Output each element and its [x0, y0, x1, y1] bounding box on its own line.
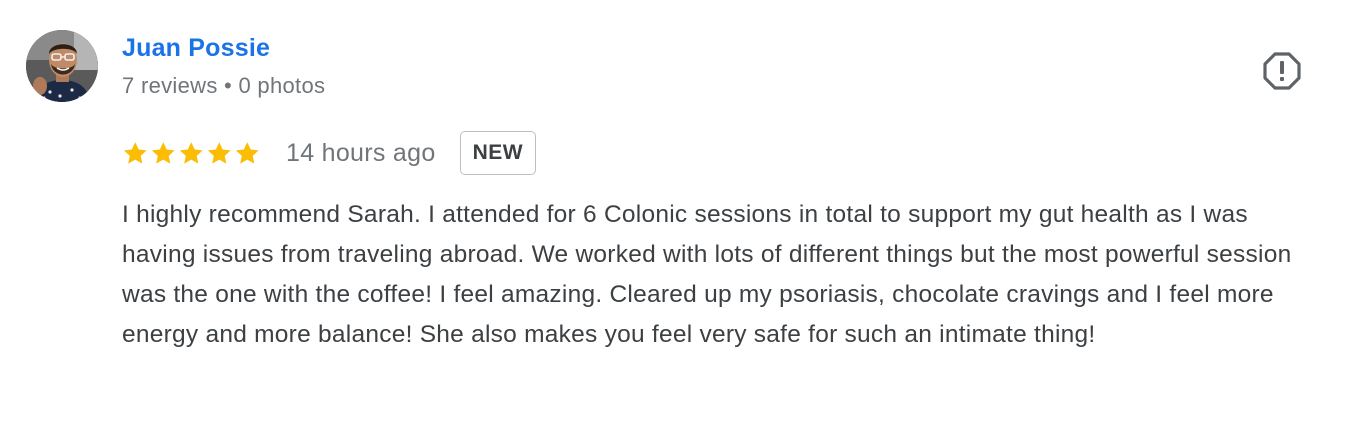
rating-row: 14 hours ago NEW	[122, 130, 537, 176]
star-icon	[207, 141, 231, 164]
star-icon	[235, 141, 259, 164]
author-avatar[interactable]	[26, 30, 98, 102]
star-icon	[151, 141, 175, 164]
report-icon[interactable]	[1262, 51, 1302, 91]
star-icon	[123, 141, 147, 164]
meta-separator: •	[224, 73, 233, 98]
reviews-count: 7 reviews	[122, 73, 218, 98]
review-time: 14 hours ago	[286, 138, 436, 167]
avatar-photo-icon	[26, 30, 98, 102]
author-meta: 7 reviews • 0 photos	[122, 73, 325, 99]
new-badge: NEW	[459, 131, 537, 175]
author-name-link[interactable]: Juan Possie	[122, 34, 270, 63]
review-text: I highly recommend Sarah. I attended for…	[122, 201, 1292, 348]
star-rating	[122, 140, 262, 167]
review-card: Juan Possie 7 reviews • 0 photos 14 hour…	[0, 0, 1360, 428]
star-icon	[179, 141, 203, 164]
photos-count: 0 photos	[238, 73, 326, 98]
octagon-alert-icon	[1263, 52, 1301, 90]
